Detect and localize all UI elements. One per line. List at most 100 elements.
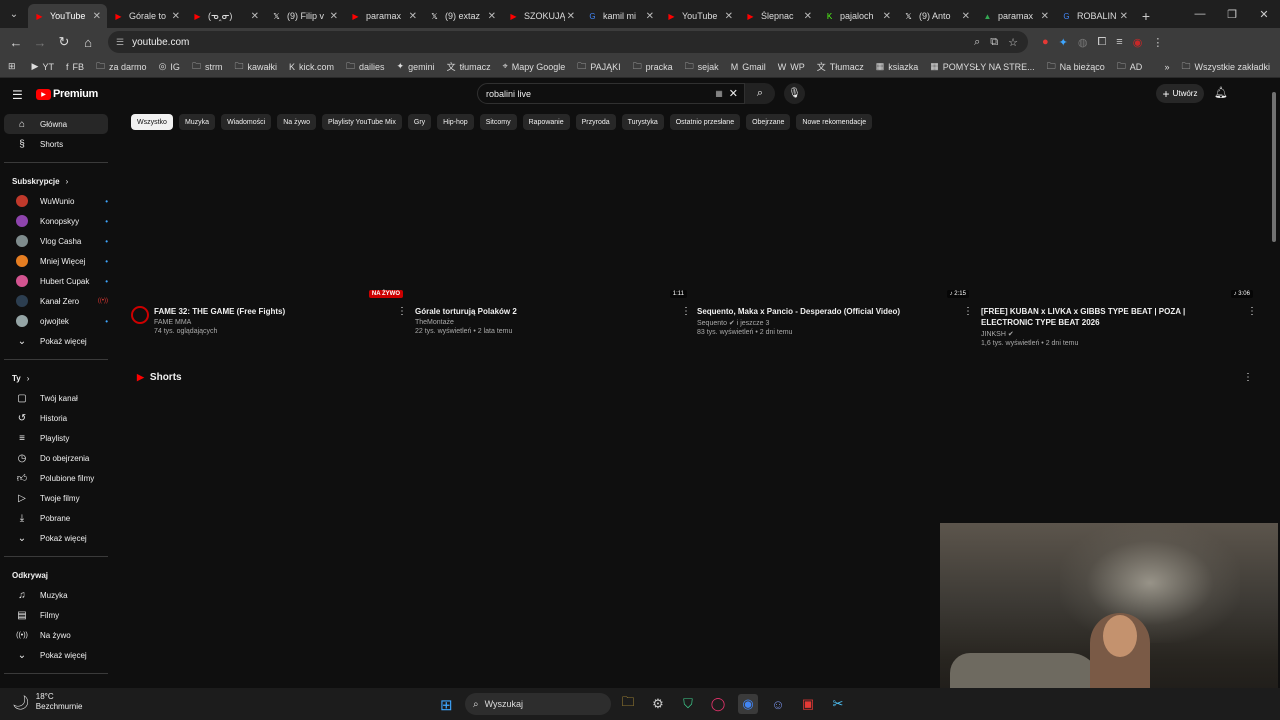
channel-name[interactable]: FAME MMA (154, 319, 407, 326)
sidebar-item[interactable]: ♫ Muzyka (4, 585, 108, 605)
tab-close-icon[interactable]: ✕ (330, 11, 338, 22)
filter-chip[interactable]: Gry (407, 114, 432, 130)
sidebar-item[interactable]: ◷ Do obejrzenia (4, 448, 108, 468)
bookmark-item[interactable]: 🗀 AD (1117, 59, 1143, 75)
subscription-item[interactable]: Mniej Więcej • (4, 251, 108, 271)
clear-search-icon[interactable]: ✕ (729, 87, 738, 100)
bookmark-item[interactable]: 🗀 strm (192, 59, 223, 75)
minimize-icon[interactable]: — (1184, 0, 1216, 28)
bookmark-item[interactable]: 文 Tłumacz (817, 60, 864, 73)
menu-hamburger-icon[interactable]: ☰ (12, 88, 23, 102)
browser-tab[interactable]: ▶ YouTube ✕ (660, 4, 739, 28)
filter-chip[interactable]: Na żywo (277, 114, 317, 130)
channel-name[interactable]: Sequento ✔ i jeszcze 3 (697, 319, 973, 327)
back-icon[interactable]: ← (4, 30, 28, 54)
profile-avatar-icon[interactable]: ◉ (1133, 36, 1143, 49)
browser-tab[interactable]: 𝕏 (9) Filip v ✕ (265, 4, 344, 28)
bookmark-star-icon[interactable]: ☆ (1008, 36, 1018, 49)
tab-close-icon[interactable]: ✕ (883, 11, 891, 22)
filter-chip[interactable]: Rapowanie (522, 114, 570, 130)
install-icon[interactable]: ⧉ (990, 36, 998, 49)
close-window-icon[interactable]: ✕ (1248, 0, 1280, 28)
new-tab-button[interactable]: + (1134, 4, 1158, 28)
shorts-more-options-icon[interactable]: ⋮ (1243, 372, 1253, 383)
opera-gx-icon[interactable]: ◯ (708, 694, 728, 714)
video-card[interactable]: ♪ 3:06 [FREE] KUBAN x LIVKA x GIBBS TYPE … (981, 146, 1257, 347)
video-title[interactable]: [FREE] KUBAN x LIVKA x GIBBS TYPE BEAT |… (981, 306, 1257, 328)
bookmark-item[interactable]: 🗀 dailies (346, 59, 385, 75)
weather-widget[interactable]: 🌙︎ 18°C Bezchmurnie (12, 692, 82, 712)
more-options-icon[interactable]: ⋮ (681, 306, 691, 317)
search-button[interactable]: ⌕ (745, 83, 775, 104)
windows-start-icon[interactable]: ⊞ (440, 696, 453, 714)
browser-tab[interactable]: Kpajaloch ✕ (818, 4, 897, 28)
sidebar-item[interactable]: ≡ Playlisty (4, 428, 108, 448)
bookmark-item[interactable]: W WP (778, 62, 805, 72)
bookmark-item[interactable]: 🗀 pracka (633, 59, 673, 75)
filter-chip[interactable]: Przyroda (575, 114, 616, 130)
settings-gear-icon[interactable]: ⚙ (648, 694, 668, 714)
youtube-premium-logo[interactable]: ▶ Premium (36, 88, 98, 100)
browser-tab[interactable]: ▶ paramax ✕ (344, 4, 423, 28)
sidebar-item[interactable]: ((•)) Na żywo (4, 625, 108, 645)
browser-tab[interactable]: G ROBALIN ✕ (1055, 4, 1134, 28)
bookmark-item[interactable]: 🗀 PAJĄKI (577, 59, 620, 75)
bookmark-item[interactable]: 文 tłumacz (447, 60, 491, 73)
sidebar-item[interactable]: ▢ Twój kanał (4, 388, 108, 408)
subscription-item[interactable]: ojwojtek • (4, 311, 108, 331)
filter-chip[interactable]: Nowe rekomendacje (796, 114, 873, 130)
chrome-icon[interactable]: ◉ (738, 694, 758, 714)
apps-grid-icon[interactable]: ⊞ (8, 61, 16, 72)
subscription-item[interactable]: Vlog Casha • (4, 231, 108, 251)
bookmark-item[interactable]: ◎ IG (159, 61, 180, 72)
sidebar-item[interactable]: ⌄ Pokaż więcej (4, 645, 108, 665)
extension-icon[interactable]: ✦ (1059, 36, 1068, 49)
discord-icon[interactable]: ☺ (768, 694, 788, 714)
bookmark-item[interactable]: ✦ gemini (397, 61, 435, 72)
bookmark-item[interactable]: 🗀 Na bieżąco (1047, 59, 1105, 75)
tab-close-icon[interactable]: ✕ (725, 11, 733, 22)
tab-close-icon[interactable]: ✕ (93, 11, 101, 22)
video-title[interactable]: Górale torturują Polaków 2 (415, 306, 691, 317)
voice-search-button[interactable]: 🎙 (784, 83, 805, 104)
filter-chip[interactable]: Wiadomości (221, 114, 272, 130)
extensions-puzzle-icon[interactable]: ⧠ (1097, 36, 1106, 49)
tab-close-icon[interactable]: ✕ (409, 11, 417, 22)
file-explorer-icon[interactable]: 🗀 (618, 694, 638, 714)
all-bookmarks[interactable]: 🗀 Wszystkie zakładki (1181, 59, 1270, 75)
filter-chip[interactable]: Muzyka (178, 114, 216, 130)
sidebar-item[interactable]: 👍︎ Polubione filmy (4, 468, 108, 488)
bookmark-item[interactable]: ⌖ Mapy Google (503, 61, 566, 72)
address-bar[interactable]: ☰ youtube.com ⌕ ⧉ ☆ (108, 31, 1028, 53)
bookmark-item[interactable]: 🗀 sejak (685, 59, 719, 75)
create-button[interactable]: + Utwórz (1156, 84, 1204, 103)
video-card[interactable]: 1:11 Górale torturują Polaków 2 TheMontaże… (415, 146, 691, 335)
video-thumbnail[interactable]: ♪ 2:15 (697, 146, 973, 301)
more-options-icon[interactable]: ⋮ (1247, 306, 1257, 317)
video-title[interactable]: Sequento, Maka x Pancio - Desperado (Off… (697, 306, 973, 317)
filter-chip[interactable]: Playlisty YouTube Mix (322, 114, 402, 130)
video-thumbnail[interactable]: 1:11 (415, 146, 691, 301)
video-thumbnail[interactable]: NA ŻYWO (131, 146, 407, 301)
sidebar-item[interactable]: ⌂ Główna (4, 114, 108, 134)
tab-close-icon[interactable]: ✕ (646, 11, 654, 22)
zoom-icon[interactable]: ⌕ (974, 36, 980, 49)
subscription-item[interactable]: Konopskyy • (4, 211, 108, 231)
more-options-icon[interactable]: ⋮ (963, 306, 973, 317)
browser-tab[interactable]: ▶ Ślepnac ✕ (739, 4, 818, 28)
bookmarks-overflow-icon[interactable]: » (1164, 62, 1169, 72)
more-options-icon[interactable]: ⋮ (397, 306, 407, 317)
filter-chip[interactable]: Hip-hop (437, 114, 474, 130)
bookmark-item[interactable]: Kkick.com (289, 62, 334, 72)
filter-chip[interactable]: Ostatnio przesłane (669, 114, 741, 130)
browser-tab[interactable]: ▶ YouTube ✕ (28, 4, 107, 28)
browser-tab[interactable]: ▶ (ᓀ‸ᓂ) ✕ (186, 4, 265, 28)
tab-close-icon[interactable]: ✕ (251, 11, 259, 22)
home-browser-icon[interactable]: ⌂ (76, 30, 100, 54)
tab-close-icon[interactable]: ✕ (567, 11, 575, 22)
filter-chip[interactable]: Sitcomy (479, 114, 517, 130)
video-card[interactable]: ♪ 2:15 Sequento, Maka x Pancio - Desperad… (697, 146, 973, 336)
sidebar-item[interactable]: § Shorts (4, 134, 108, 154)
tab-close-icon[interactable]: ✕ (962, 11, 970, 22)
sidebar-item[interactable]: ▷ Twoje filmy (4, 488, 108, 508)
